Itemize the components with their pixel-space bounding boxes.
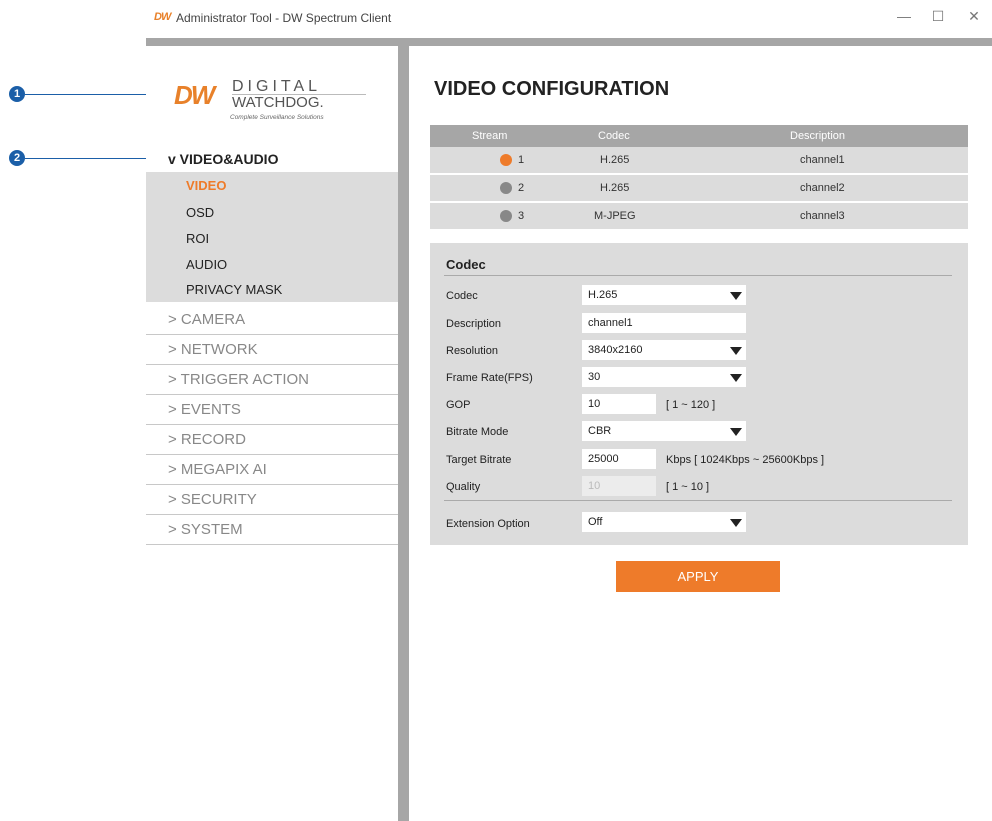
description-label: Description	[446, 318, 502, 330]
app-logo: DW	[154, 11, 171, 23]
sidebar-item-label: > CAMERA	[168, 311, 246, 328]
table-row[interactable]: 2 H.265 channel2	[430, 175, 968, 203]
dropdown-arrow-icon	[730, 428, 742, 436]
resolution-label: Resolution	[446, 345, 498, 357]
gop-range: [ 1 ~ 120 ]	[666, 399, 716, 411]
callout-2-line	[25, 158, 165, 159]
target-bitrate-label: Target Bitrate	[446, 454, 512, 466]
stream-codec: H.265	[600, 182, 630, 194]
quality-range: [ 1 ~ 10 ]	[666, 481, 710, 493]
target-bitrate-range: Kbps [ 1024Kbps ~ 25600Kbps ]	[666, 454, 825, 466]
bitrate-mode-select[interactable]: CBR	[582, 421, 746, 441]
quality-input: 10	[582, 476, 656, 496]
sidebar-item-label: > MEGAPIX AI	[168, 461, 267, 478]
gop-input[interactable]: 10	[582, 394, 656, 414]
sidebar-submenu: VIDEO OSD ROI AUDIO PRIVACY MASK	[146, 172, 398, 302]
stream-table-header: Stream Codec Description	[430, 125, 968, 147]
target-bitrate-input[interactable]: 25000	[582, 449, 656, 469]
callout-1: 1	[9, 86, 25, 102]
stream-radio[interactable]	[500, 182, 512, 194]
extension-option-select-value: Off	[588, 516, 603, 528]
maximize-button[interactable]: ☐	[928, 8, 948, 25]
table-row[interactable]: 3 M-JPEG channel3	[430, 203, 968, 231]
stream-radio[interactable]	[500, 210, 512, 222]
bitrate-mode-label: Bitrate Mode	[446, 426, 509, 438]
stream-codec: H.265	[600, 154, 630, 166]
codec-select[interactable]: H.265	[582, 285, 746, 305]
gop-label: GOP	[446, 399, 471, 411]
bitrate-mode-select-value: CBR	[588, 425, 612, 437]
app-window: DW Administrator Tool - DW Spectrum Clie…	[146, 0, 992, 821]
resolution-select-value: 3840x2160	[588, 344, 643, 356]
sidebar-subitem-roi[interactable]: ROI	[186, 231, 209, 246]
table-row[interactable]: 1 H.265 channel1	[430, 147, 968, 175]
extension-option-label: Extension Option	[446, 518, 530, 530]
minimize-button[interactable]: —	[894, 8, 914, 24]
dropdown-arrow-icon	[730, 374, 742, 382]
codec-panel-title: Codec	[446, 257, 486, 272]
stream-number: 3	[518, 210, 525, 222]
stream-description: channel2	[800, 182, 845, 194]
sidebar-item-system[interactable]: > SYSTEM	[146, 515, 398, 545]
sidebar-item-label: > RECORD	[168, 431, 246, 448]
quality-label: Quality	[446, 481, 481, 493]
framerate-label: Frame Rate(FPS)	[446, 372, 533, 384]
logo-dw: DW	[174, 80, 215, 110]
window-title: Administrator Tool - DW Spectrum Client	[176, 11, 392, 25]
stream-number: 2	[518, 182, 525, 194]
sidebar-item-security[interactable]: > SECURITY	[146, 485, 398, 515]
sidebar-item-record[interactable]: > RECORD	[146, 425, 398, 455]
sidebar-item-events[interactable]: > EVENTS	[146, 395, 398, 425]
logo-tagline: Complete Surveillance Solutions	[230, 114, 324, 121]
codec-select-value: H.265	[588, 289, 618, 301]
title-bar: DW Administrator Tool - DW Spectrum Clie…	[146, 0, 992, 38]
description-input[interactable]: channel1	[582, 313, 746, 333]
codec-label: Codec	[446, 290, 478, 302]
sidebar-item-network[interactable]: > NETWORK	[146, 335, 398, 365]
resolution-select[interactable]: 3840x2160	[582, 340, 746, 360]
sidebar-item-trigger-action[interactable]: > TRIGGER ACTION	[146, 365, 398, 395]
stream-number: 1	[518, 154, 525, 166]
main-content: VIDEO CONFIGURATION Stream Codec Descrip…	[409, 46, 992, 821]
panel-divider	[444, 275, 952, 276]
close-button[interactable]: ✕	[964, 8, 984, 25]
sidebar-section-label: v VIDEO&AUDIO	[168, 151, 279, 167]
sidebar-item-label: > SYSTEM	[168, 521, 243, 538]
sidebar-item-camera[interactable]: > CAMERA	[146, 305, 398, 335]
sidebar-item-label: > SECURITY	[168, 491, 257, 508]
top-divider	[146, 38, 992, 46]
sidebar-item-label: > TRIGGER ACTION	[168, 371, 309, 388]
framerate-select[interactable]: 30	[582, 367, 746, 387]
apply-button[interactable]: APPLY	[616, 561, 780, 592]
sidebar: DW DIGITAL WATCHDOG. Complete Surveillan…	[146, 46, 398, 821]
sidebar-subitem-privacy-mask[interactable]: PRIVACY MASK	[186, 282, 282, 297]
sidebar-subitem-video[interactable]: VIDEO	[186, 178, 226, 193]
header-stream: Stream	[472, 130, 508, 142]
dropdown-arrow-icon	[730, 292, 742, 300]
sidebar-item-megapix-ai[interactable]: > MEGAPIX AI	[146, 455, 398, 485]
callout-2: 2	[9, 150, 25, 166]
stream-table: Stream Codec Description 1 H.265 channel…	[430, 125, 968, 231]
codec-panel: Codec Codec H.265 Description channel1 R…	[430, 243, 968, 545]
panel-divider	[444, 500, 952, 501]
dropdown-arrow-icon	[730, 347, 742, 355]
sidebar-item-label: > NETWORK	[168, 341, 258, 358]
sidebar-subitem-osd[interactable]: OSD	[186, 205, 214, 220]
framerate-select-value: 30	[588, 371, 601, 383]
sidebar-subitem-audio[interactable]: AUDIO	[186, 257, 227, 272]
header-codec: Codec	[598, 130, 630, 142]
logo-watchdog: WATCHDOG.	[232, 94, 324, 111]
stream-radio-selected[interactable]	[500, 154, 512, 166]
brand-logo: DW DIGITAL WATCHDOG. Complete Surveillan…	[174, 76, 374, 126]
header-description: Description	[790, 130, 846, 142]
sidebar-divider	[398, 46, 409, 821]
extension-option-select[interactable]: Off	[582, 512, 746, 532]
stream-codec: M-JPEG	[594, 210, 636, 222]
page-title: VIDEO CONFIGURATION	[434, 78, 670, 100]
sidebar-item-label: > EVENTS	[168, 401, 241, 418]
stream-description: channel1	[800, 154, 845, 166]
stream-description: channel3	[800, 210, 845, 222]
sidebar-section-video-audio[interactable]: v VIDEO&AUDIO	[146, 146, 398, 172]
dropdown-arrow-icon	[730, 519, 742, 527]
